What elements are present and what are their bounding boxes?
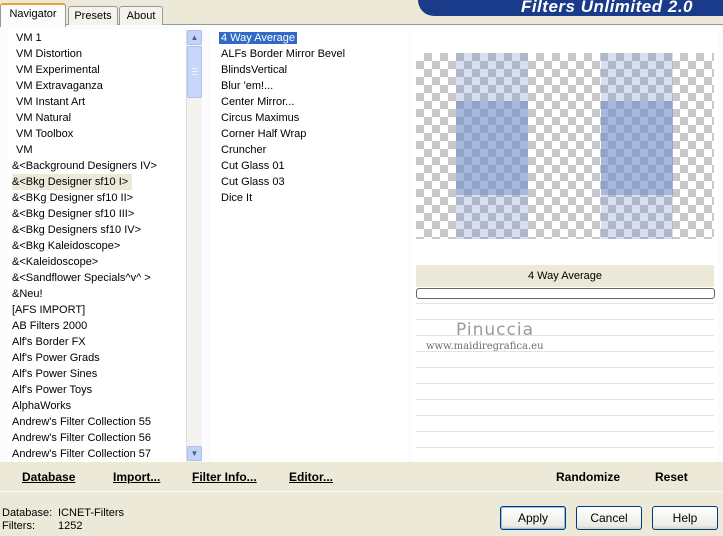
import-button[interactable]: Import... xyxy=(113,470,160,484)
category-item[interactable]: VM 1 xyxy=(8,30,186,46)
filter-item[interactable]: ALFs Border Mirror Bevel xyxy=(210,46,408,62)
category-item[interactable]: Alf's Power Sines xyxy=(8,366,186,382)
category-item[interactable]: [AFS IMPORT] xyxy=(8,302,186,318)
category-item[interactable]: VM Distortion xyxy=(8,46,186,62)
database-button[interactable]: Database xyxy=(22,470,75,484)
category-item[interactable]: VM xyxy=(8,142,186,158)
filter-item[interactable]: Corner Half Wrap xyxy=(210,126,408,142)
editor-button[interactable]: Editor... xyxy=(289,470,333,484)
progress-bar xyxy=(416,288,715,299)
help-button[interactable]: Help xyxy=(652,506,718,530)
filter-item[interactable]: Cruncher xyxy=(210,142,408,158)
scroll-up-button[interactable]: ▲ xyxy=(187,30,202,45)
filter-item[interactable]: Dice It xyxy=(210,190,408,206)
database-value: ICNET-Filters xyxy=(58,507,124,519)
category-item[interactable]: Alf's Power Grads xyxy=(8,350,186,366)
category-item[interactable]: &<Sandflower Specials^v^ > xyxy=(8,270,186,286)
parameter-row xyxy=(416,447,714,462)
preview-image xyxy=(416,53,714,239)
randomize-button[interactable]: Randomize xyxy=(556,470,620,484)
category-item[interactable]: &<Bkg Kaleidoscope> xyxy=(8,238,186,254)
scroll-thumb[interactable] xyxy=(187,46,202,98)
parameter-row xyxy=(416,383,714,398)
cancel-button[interactable]: Cancel xyxy=(576,506,642,530)
category-item[interactable]: &<Bkg Designer sf10 I> xyxy=(8,174,186,190)
app-title-banner: Filters Unlimited 2.0 xyxy=(418,0,723,16)
filter-item[interactable]: Cut Glass 01 xyxy=(210,158,408,174)
category-item[interactable]: VM Natural xyxy=(8,110,186,126)
watermark-name: Pinuccia xyxy=(456,320,534,340)
category-item[interactable]: Andrew's Filter Collection 56 xyxy=(8,430,186,446)
selected-filter-name: 4 Way Average xyxy=(416,265,714,287)
category-item[interactable]: &<Kaleidoscope> xyxy=(8,254,186,270)
category-item[interactable]: &<Bkg Designers sf10 IV> xyxy=(8,222,186,238)
category-item[interactable]: &<Background Designers IV> xyxy=(8,158,186,174)
category-item[interactable]: VM Instant Art xyxy=(8,94,186,110)
category-item[interactable]: VM Extravaganza xyxy=(8,78,186,94)
parameter-row xyxy=(416,303,714,318)
filters-count-value: 1252 xyxy=(58,520,83,532)
parameter-row xyxy=(416,367,714,382)
filter-item[interactable]: Center Mirror... xyxy=(210,94,408,110)
category-item[interactable]: &<BKg Designer sf10 II> xyxy=(8,190,186,206)
scroll-down-button[interactable]: ▼ xyxy=(187,446,202,461)
category-item[interactable]: VM Experimental xyxy=(8,62,186,78)
category-list[interactable]: VM 1 VM Distortion VM Experimental VM Extra… xyxy=(8,30,186,462)
filter-item[interactable]: Blur 'em!... xyxy=(210,78,408,94)
parameter-row xyxy=(416,431,714,446)
database-label: Database: xyxy=(2,507,53,519)
tab-about[interactable]: About xyxy=(119,6,163,25)
category-item[interactable]: AlphaWorks xyxy=(8,398,186,414)
filter-item[interactable]: BlindsVertical xyxy=(210,62,408,78)
category-scrollbar[interactable]: ▲ ▼ xyxy=(186,30,202,462)
category-item[interactable]: AB Filters 2000 xyxy=(8,318,186,334)
apply-button[interactable]: Apply xyxy=(500,506,566,530)
category-item[interactable]: &<Bkg Designer sf10 III> xyxy=(8,206,186,222)
category-item[interactable]: Andrew's Filter Collection 55 xyxy=(8,414,186,430)
tab-navigator[interactable]: Navigator xyxy=(0,3,66,27)
filter-item[interactable]: 4 Way Average xyxy=(210,30,408,46)
parameter-row xyxy=(416,415,714,430)
tab-presets[interactable]: Presets xyxy=(68,6,118,25)
category-item[interactable]: Alf's Power Toys xyxy=(8,382,186,398)
category-item[interactable]: &Neu! xyxy=(8,286,186,302)
parameter-row xyxy=(416,399,714,414)
watermark-url: www.maidiregrafica.eu xyxy=(426,341,544,352)
category-item[interactable]: Alf's Border FX xyxy=(8,334,186,350)
filter-info-button[interactable]: Filter Info... xyxy=(192,470,257,484)
parameter-row xyxy=(416,351,714,366)
reset-button[interactable]: Reset xyxy=(655,470,688,484)
filter-list[interactable]: 4 Way Average ALFs Border Mirror Bevel Bli… xyxy=(210,30,408,462)
category-item[interactable]: Andrew's Filter Collection 57 xyxy=(8,446,186,462)
filters-count-label: Filters: xyxy=(2,520,35,532)
category-item[interactable]: VM Toolbox xyxy=(8,126,186,142)
filter-item[interactable]: Circus Maximus xyxy=(210,110,408,126)
filter-item[interactable]: Cut Glass 03 xyxy=(210,174,408,190)
